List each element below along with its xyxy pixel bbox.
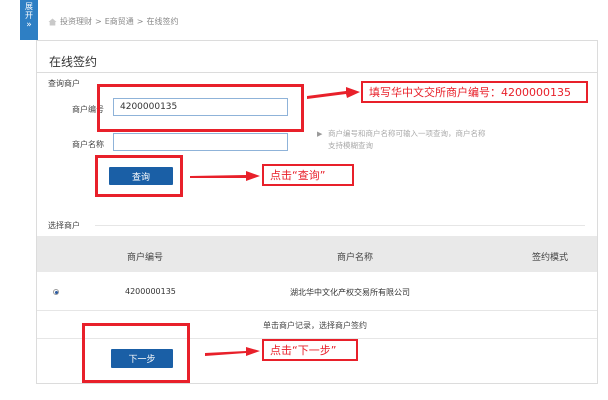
annotation-arrows	[190, 87, 360, 356]
arrow-to-merchant-no	[307, 87, 360, 99]
arrow-to-next	[205, 347, 260, 356]
arrow-to-query	[190, 171, 260, 181]
